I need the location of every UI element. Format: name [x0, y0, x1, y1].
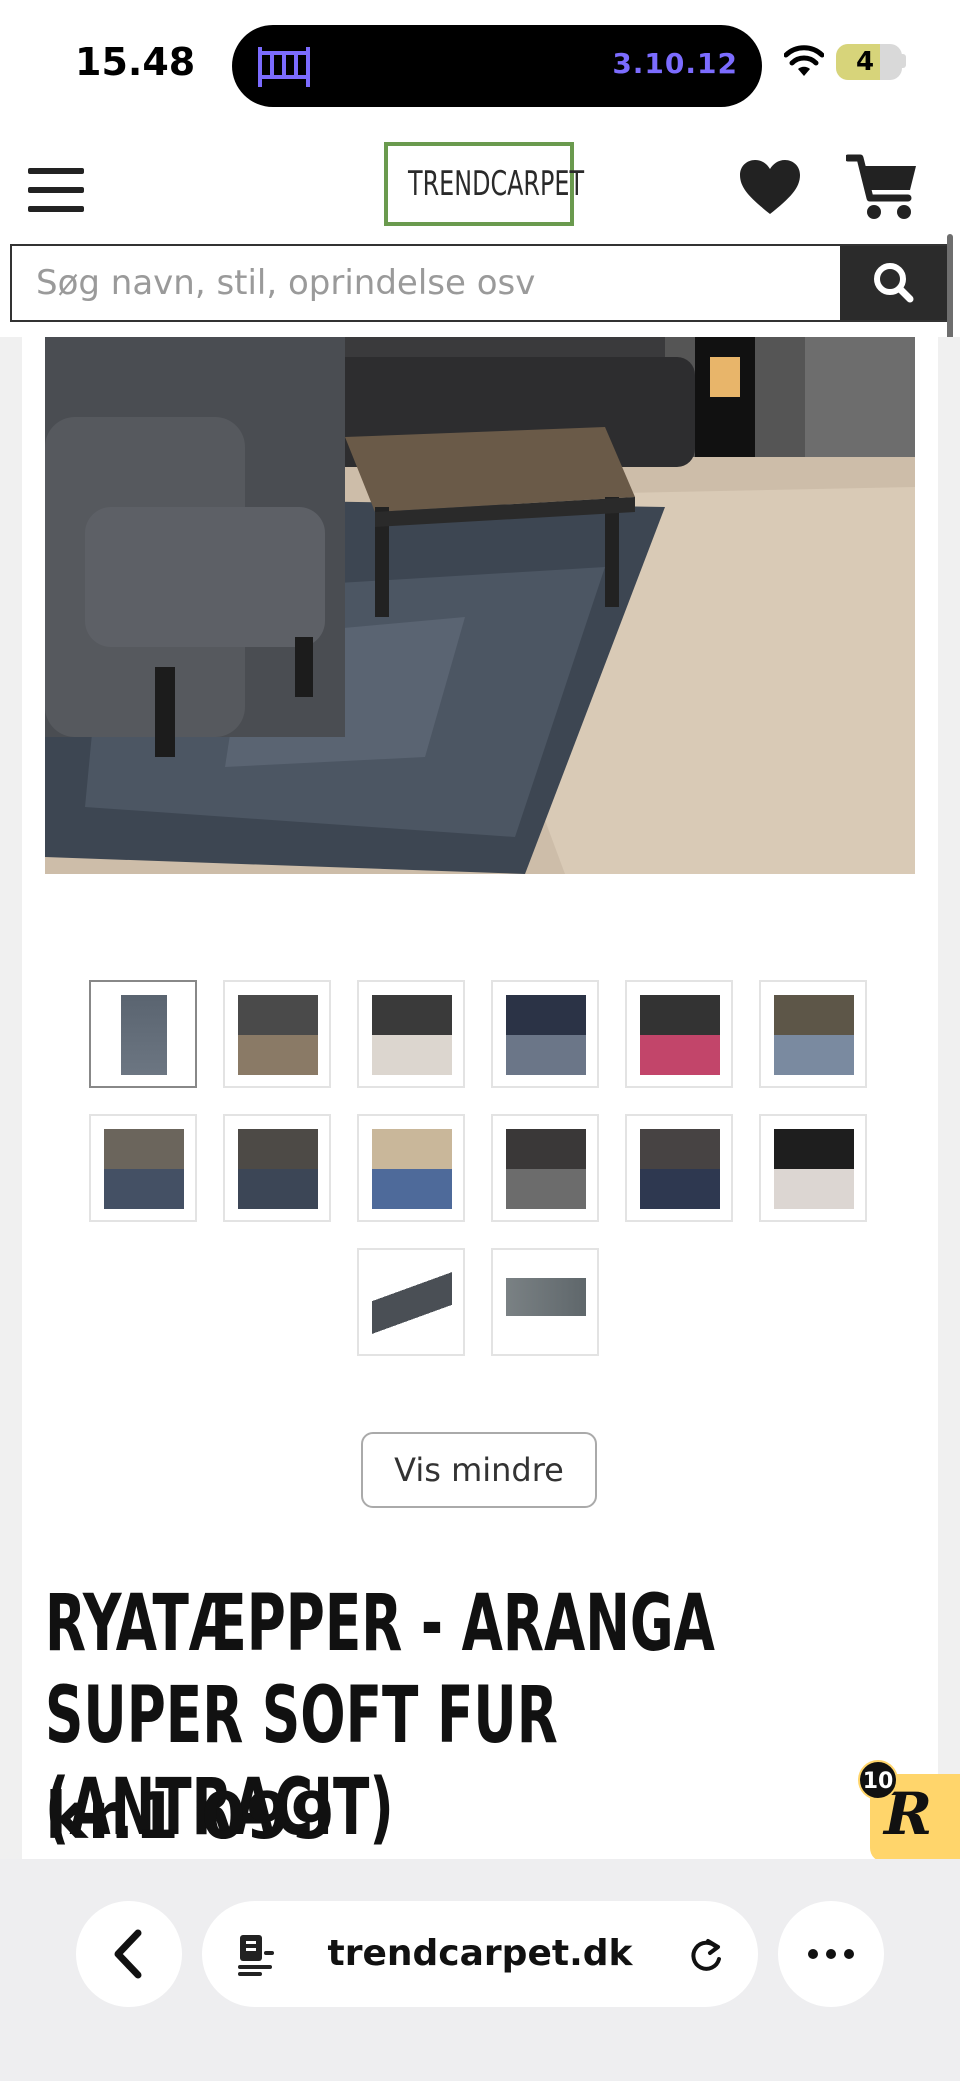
- more-icon: [808, 1949, 854, 1959]
- logo-text: TRENDCARPET: [408, 164, 585, 204]
- site-logo[interactable]: TRENDCARPET: [384, 142, 585, 226]
- crib-icon: [258, 47, 310, 87]
- thumbnail-image: [774, 995, 854, 1075]
- rewards-badge-count: 10: [858, 1760, 898, 1800]
- page-gutter-left: [0, 337, 22, 1859]
- product-thumbnail[interactable]: [625, 1114, 733, 1222]
- product-thumbnail[interactable]: [759, 1114, 867, 1222]
- menu-icon-bar: [28, 168, 84, 174]
- thumbnail-image: [372, 1129, 452, 1209]
- search-button[interactable]: [840, 246, 950, 320]
- battery-indicator: 4: [836, 44, 902, 80]
- thumbnail-image: [121, 995, 167, 1075]
- status-time: 15.48: [75, 40, 196, 84]
- product-thumbnail[interactable]: [357, 980, 465, 1088]
- search-input[interactable]: [12, 246, 838, 320]
- battery-level: 4: [855, 47, 875, 77]
- product-thumbnail[interactable]: [491, 980, 599, 1088]
- search-icon: [874, 263, 914, 303]
- url-text: trendcarpet.dk: [327, 1933, 633, 1974]
- product-thumbnail[interactable]: [89, 980, 197, 1088]
- back-button[interactable]: [76, 1901, 182, 2007]
- dynamic-island[interactable]: 3.10.12: [232, 25, 762, 107]
- cart-icon[interactable]: [846, 152, 918, 224]
- address-bar[interactable]: trendcarpet.dk: [202, 1901, 758, 2007]
- reload-icon[interactable]: [686, 1935, 726, 1975]
- thumbnail-image: [238, 995, 318, 1075]
- island-label: 3.10.12: [612, 47, 738, 80]
- menu-icon-bar: [28, 187, 84, 193]
- product-thumbnail[interactable]: [357, 1114, 465, 1222]
- living-room-rug-photo: [45, 337, 915, 874]
- thumbnail-image: [104, 1129, 184, 1209]
- product-thumbnail[interactable]: [223, 1114, 331, 1222]
- browser-toolbar: trendcarpet.dk: [0, 1859, 960, 2081]
- page-gutter-right: [938, 337, 960, 1859]
- product-thumbnail[interactable]: [491, 1114, 599, 1222]
- product-thumbnail[interactable]: [759, 980, 867, 1088]
- product-thumbnail[interactable]: [625, 980, 733, 1088]
- product-thumbnail[interactable]: [223, 980, 331, 1088]
- status-bar: 15.48 3.10.12 4: [0, 0, 960, 120]
- site-header: TRENDCARPET: [0, 120, 960, 337]
- menu-button[interactable]: [28, 168, 84, 214]
- thumbnail-image: [506, 1129, 586, 1209]
- back-chevron-icon: [114, 1929, 142, 1979]
- product-price: kr.1 099: [45, 1780, 335, 1854]
- thumbnail-image: [774, 1129, 854, 1209]
- menu-icon-bar: [28, 206, 84, 212]
- thumbnail-image: [238, 1129, 318, 1209]
- thumbnail-image: [640, 1129, 720, 1209]
- search-bar: [10, 244, 950, 322]
- thumbnail-image: [372, 1263, 452, 1343]
- thumbnail-image: [506, 995, 586, 1075]
- product-thumbnail[interactable]: [89, 1114, 197, 1222]
- thumbnail-image: [506, 1278, 586, 1316]
- thumbnail-image: [372, 995, 452, 1075]
- thumbnail-image: [640, 995, 720, 1075]
- battery-cap: [901, 54, 906, 68]
- product-thumbnail[interactable]: [357, 1248, 465, 1356]
- product-main-image[interactable]: [45, 337, 915, 874]
- heart-icon[interactable]: [738, 158, 802, 216]
- more-button[interactable]: [778, 1901, 884, 2007]
- wifi-icon: [784, 45, 824, 76]
- product-thumbnail[interactable]: [491, 1248, 599, 1356]
- show-less-button[interactable]: Vis mindre: [361, 1432, 597, 1508]
